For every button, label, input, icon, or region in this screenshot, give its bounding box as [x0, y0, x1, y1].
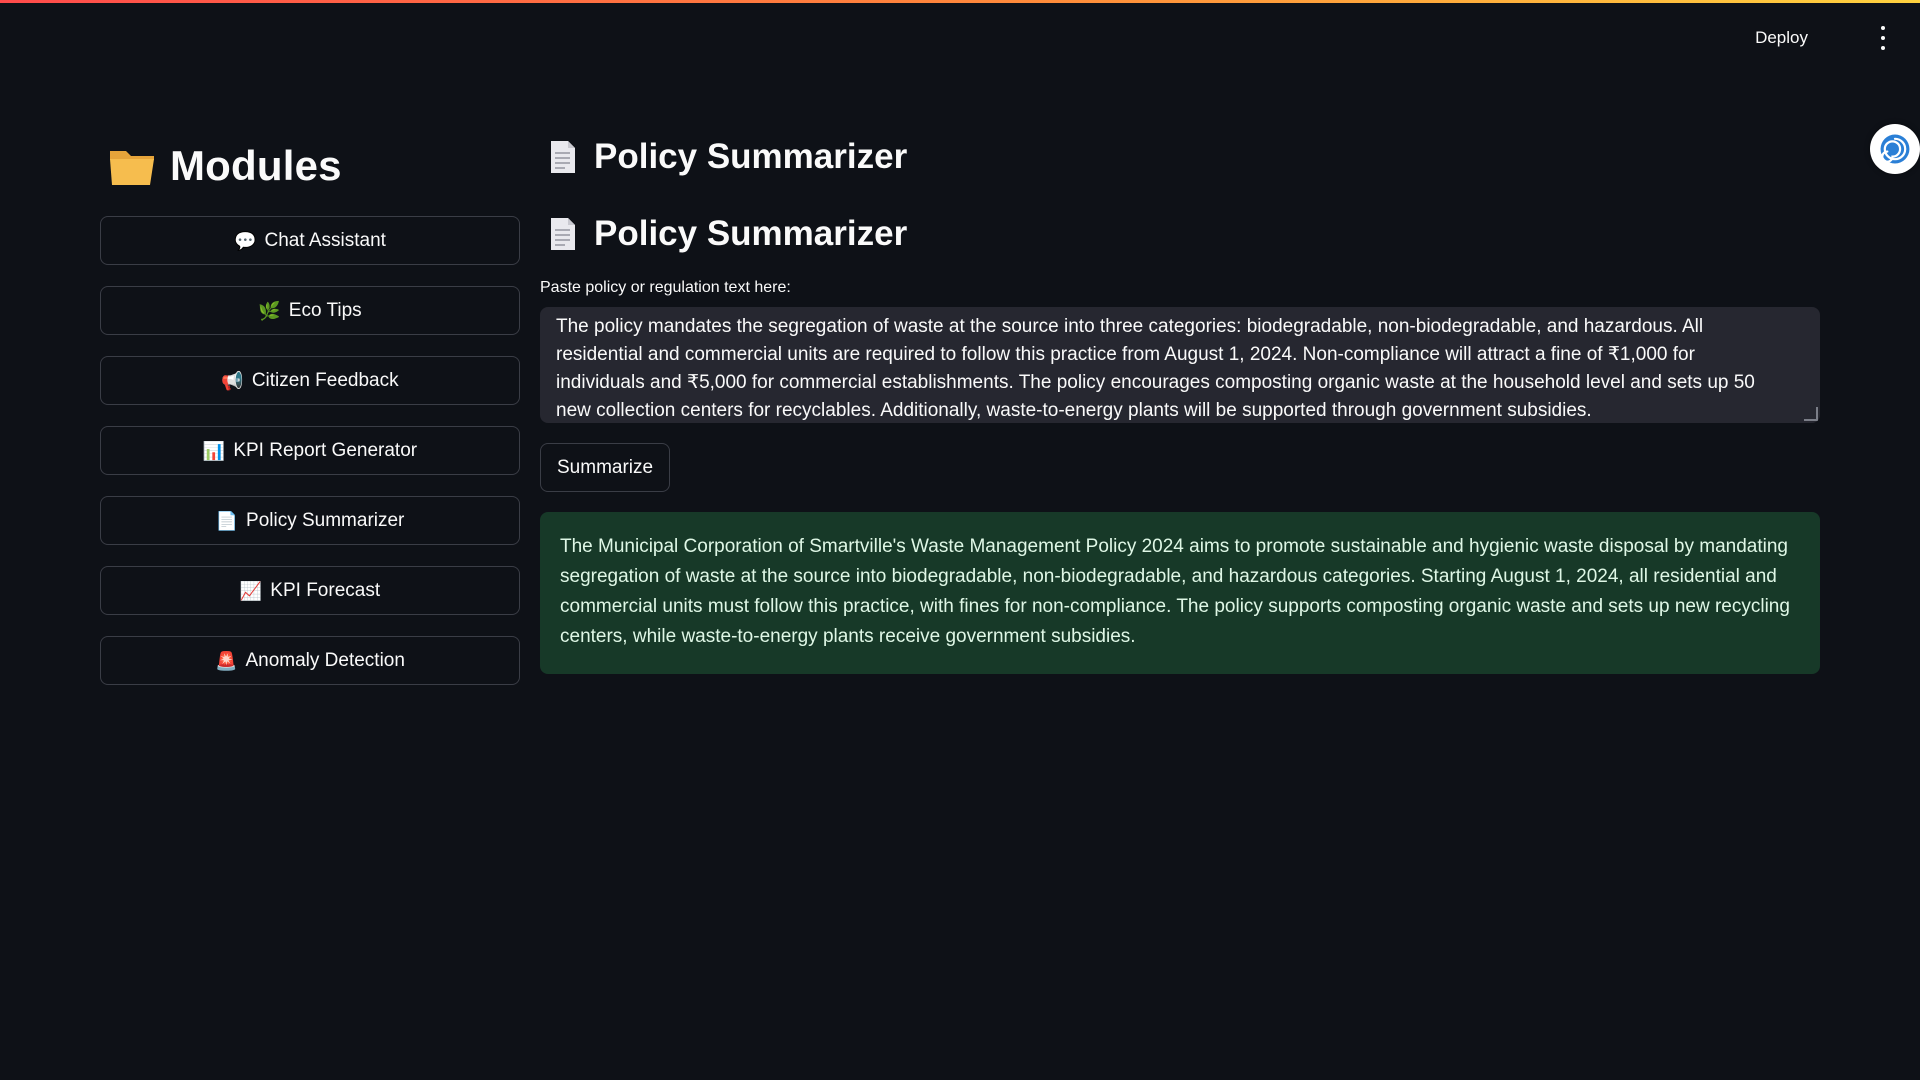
nav-button-label: KPI Report Generator	[233, 439, 418, 461]
nav-button-kpi-report-generator[interactable]: 📊 KPI Report Generator	[100, 426, 520, 475]
nav-button-eco-tips[interactable]: 🌿 Eco Tips	[100, 286, 520, 335]
section-heading: Policy Summarizer	[550, 211, 1820, 257]
nav-button-policy-summarizer[interactable]: 📄 Policy Summarizer	[100, 496, 520, 545]
summary-result-box: The Municipal Corporation of Smartville'…	[540, 512, 1820, 674]
modules-panel: Modules 💬 Chat Assistant 🌿 Eco Tips 📢 Ci…	[100, 136, 520, 706]
document-icon	[550, 140, 576, 174]
siren-icon: 🚨	[215, 650, 238, 671]
nav-button-citizen-feedback[interactable]: 📢 Citizen Feedback	[100, 356, 520, 405]
nav-button-label: Citizen Feedback	[251, 369, 399, 391]
nav-button-label: KPI Forecast	[270, 579, 381, 601]
policy-text-value: The policy mandates the segregation of w…	[556, 316, 1755, 421]
modules-nav: 💬 Chat Assistant 🌿 Eco Tips 📢 Citizen Fe…	[100, 216, 520, 685]
app-header: Deploy	[0, 0, 1920, 76]
page-heading: Policy Summarizer	[550, 134, 1820, 180]
main-content: Policy Summarizer Policy Summarizer Past…	[540, 134, 1820, 674]
document-icon	[550, 217, 576, 251]
trend-chart-icon: 📈	[239, 580, 263, 601]
nav-button-kpi-forecast[interactable]: 📈 KPI Forecast	[100, 566, 520, 615]
leaf-icon: 🌿	[258, 300, 281, 321]
nav-button-label: Anomaly Detection	[245, 649, 405, 671]
resize-handle-icon[interactable]	[1804, 407, 1818, 421]
bar-chart-icon: 📊	[202, 440, 226, 461]
policy-text-input[interactable]: The policy mandates the segregation of w…	[540, 307, 1820, 423]
nav-button-chat-assistant[interactable]: 💬 Chat Assistant	[100, 216, 520, 265]
nav-button-label: Eco Tips	[288, 299, 362, 321]
policy-input-label: Paste policy or regulation text here:	[540, 279, 791, 296]
deploy-button[interactable]: Deploy	[1749, 24, 1814, 52]
nav-button-anomaly-detection[interactable]: 🚨 Anomaly Detection	[100, 636, 520, 685]
speech-bubble-icon: 💬	[234, 230, 257, 251]
kebab-menu-icon[interactable]	[1878, 26, 1888, 50]
modules-title: Modules	[170, 142, 342, 189]
folder-icon	[108, 145, 156, 187]
nav-button-label: Policy Summarizer	[246, 509, 405, 531]
swirl-assistant-icon[interactable]	[1870, 124, 1920, 174]
summary-text: The Municipal Corporation of Smartville'…	[560, 536, 1790, 647]
summarize-button[interactable]: Summarize	[540, 443, 671, 492]
nav-button-label: Chat Assistant	[264, 229, 386, 251]
page-title: Policy Summarizer	[594, 137, 908, 176]
section-title: Policy Summarizer	[594, 214, 908, 253]
megaphone-icon: 📢	[221, 370, 244, 391]
modules-header: Modules	[108, 136, 520, 196]
document-icon: 📄	[215, 510, 239, 531]
